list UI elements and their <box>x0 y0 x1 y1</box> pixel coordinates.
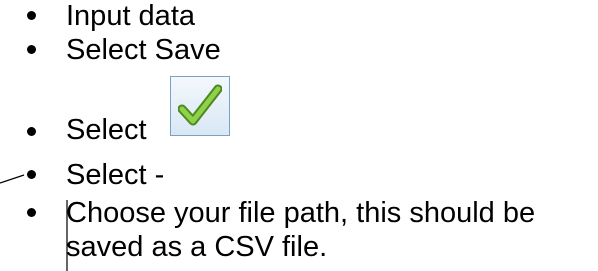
instruction-list: Input data Select Save Select Select - C… <box>0 0 598 271</box>
callout-lines <box>0 174 68 271</box>
